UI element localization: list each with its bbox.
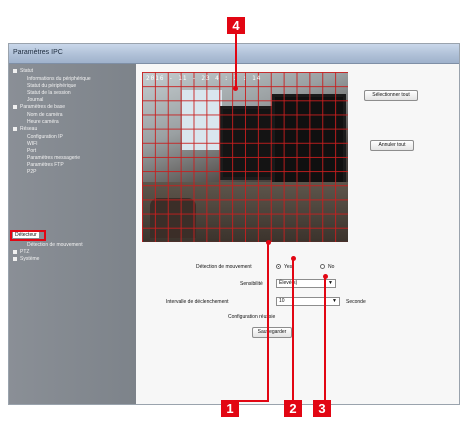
interval-label: Intervalle de déclenchement — [166, 299, 229, 305]
settings-tree: Statut Informations du périphérique Stat… — [9, 64, 136, 404]
callout-1: 1 — [221, 400, 239, 417]
tree-node-p2p[interactable]: P2P — [27, 169, 36, 175]
cancel-all-button[interactable]: Annuler tout — [370, 140, 414, 151]
select-all-button[interactable]: Sélectionner tout — [364, 90, 418, 101]
motion-yes-radio[interactable] — [276, 264, 281, 269]
chevron-down-icon: ▼ — [328, 280, 333, 286]
interval-select[interactable]: 10 ▼ — [276, 297, 340, 306]
tree-node-system[interactable]: Système — [13, 256, 39, 262]
tree-node-camera-time[interactable]: Heure caméra — [27, 119, 59, 125]
tree-node-ptz[interactable]: PTZ — [13, 249, 29, 255]
tree-node-session-status[interactable]: Statut de la session — [27, 90, 71, 96]
callout-4: 4 — [227, 17, 245, 34]
tree-node-ip-config[interactable]: Configuration IP — [27, 134, 63, 140]
callout-1-line-vertical — [267, 242, 269, 400]
camera-preview[interactable]: 2016 - 11 - 23 4 : 3 : 14 — [142, 72, 348, 242]
title-bar: Paramètres IPC — [9, 44, 459, 64]
interval-unit: Seconde — [346, 299, 366, 305]
expand-icon[interactable] — [13, 104, 17, 109]
callout-3: 3 — [313, 400, 331, 417]
motion-yes-label: Yes — [284, 264, 293, 270]
callout-2: 2 — [284, 400, 302, 417]
tree-node-status[interactable]: Statut — [13, 68, 33, 74]
ipc-settings-window: Paramètres IPC Statut Informations du pé… — [8, 43, 460, 405]
expand-icon[interactable] — [13, 126, 17, 131]
tree-node-camera-name[interactable]: Nom de caméra — [27, 112, 63, 118]
tree-node-log[interactable]: Journal — [27, 97, 43, 103]
save-button[interactable]: Sauvegarder — [252, 327, 292, 338]
sensitivity-label: Sensibilité — [240, 281, 263, 287]
detector-highlight-box — [10, 230, 46, 241]
sensitivity-value: Élevé(s) — [279, 280, 298, 286]
window-title: Paramètres IPC — [13, 49, 63, 56]
expand-icon[interactable] — [13, 249, 17, 254]
motion-detection-label: Détection de mouvement — [196, 264, 252, 270]
callout-4-dot — [233, 86, 238, 91]
expand-icon[interactable] — [13, 256, 17, 261]
callout-2-line — [292, 258, 294, 400]
motion-detection-grid[interactable] — [142, 72, 348, 242]
tree-node-wifi[interactable]: WIFI — [27, 141, 38, 147]
motion-no-label: No — [328, 264, 335, 270]
tree-node-device-info[interactable]: Informations du périphérique — [27, 76, 91, 82]
chevron-down-icon: ▼ — [332, 298, 337, 304]
callout-1-line-horizontal — [229, 400, 269, 402]
tree-node-motion-detection[interactable]: Détection de mouvement — [27, 242, 83, 248]
callout-4-line — [235, 34, 237, 88]
tree-node-device-status[interactable]: Statut du périphérique — [27, 83, 76, 89]
tree-node-port[interactable]: Port — [27, 148, 36, 154]
tree-node-ftp-settings[interactable]: Paramètres FTP — [27, 162, 64, 168]
camera-timestamp: 2016 - 11 - 23 4 : 3 : 14 — [146, 75, 262, 82]
motion-no-radio[interactable] — [320, 264, 325, 269]
interval-value: 10 — [279, 298, 285, 304]
motion-detection-panel: 2016 - 11 - 23 4 : 3 : 14 Sélectionner t… — [136, 64, 459, 404]
expand-icon[interactable] — [13, 68, 17, 73]
sensitivity-select[interactable]: Élevé(s) ▼ — [276, 279, 336, 288]
tree-node-network[interactable]: Réseau — [13, 126, 37, 132]
tree-node-basic-settings[interactable]: Paramètres de base — [13, 104, 65, 110]
callout-3-line — [324, 276, 326, 400]
tree-node-mail-settings[interactable]: Paramètres messagerie — [27, 155, 80, 161]
